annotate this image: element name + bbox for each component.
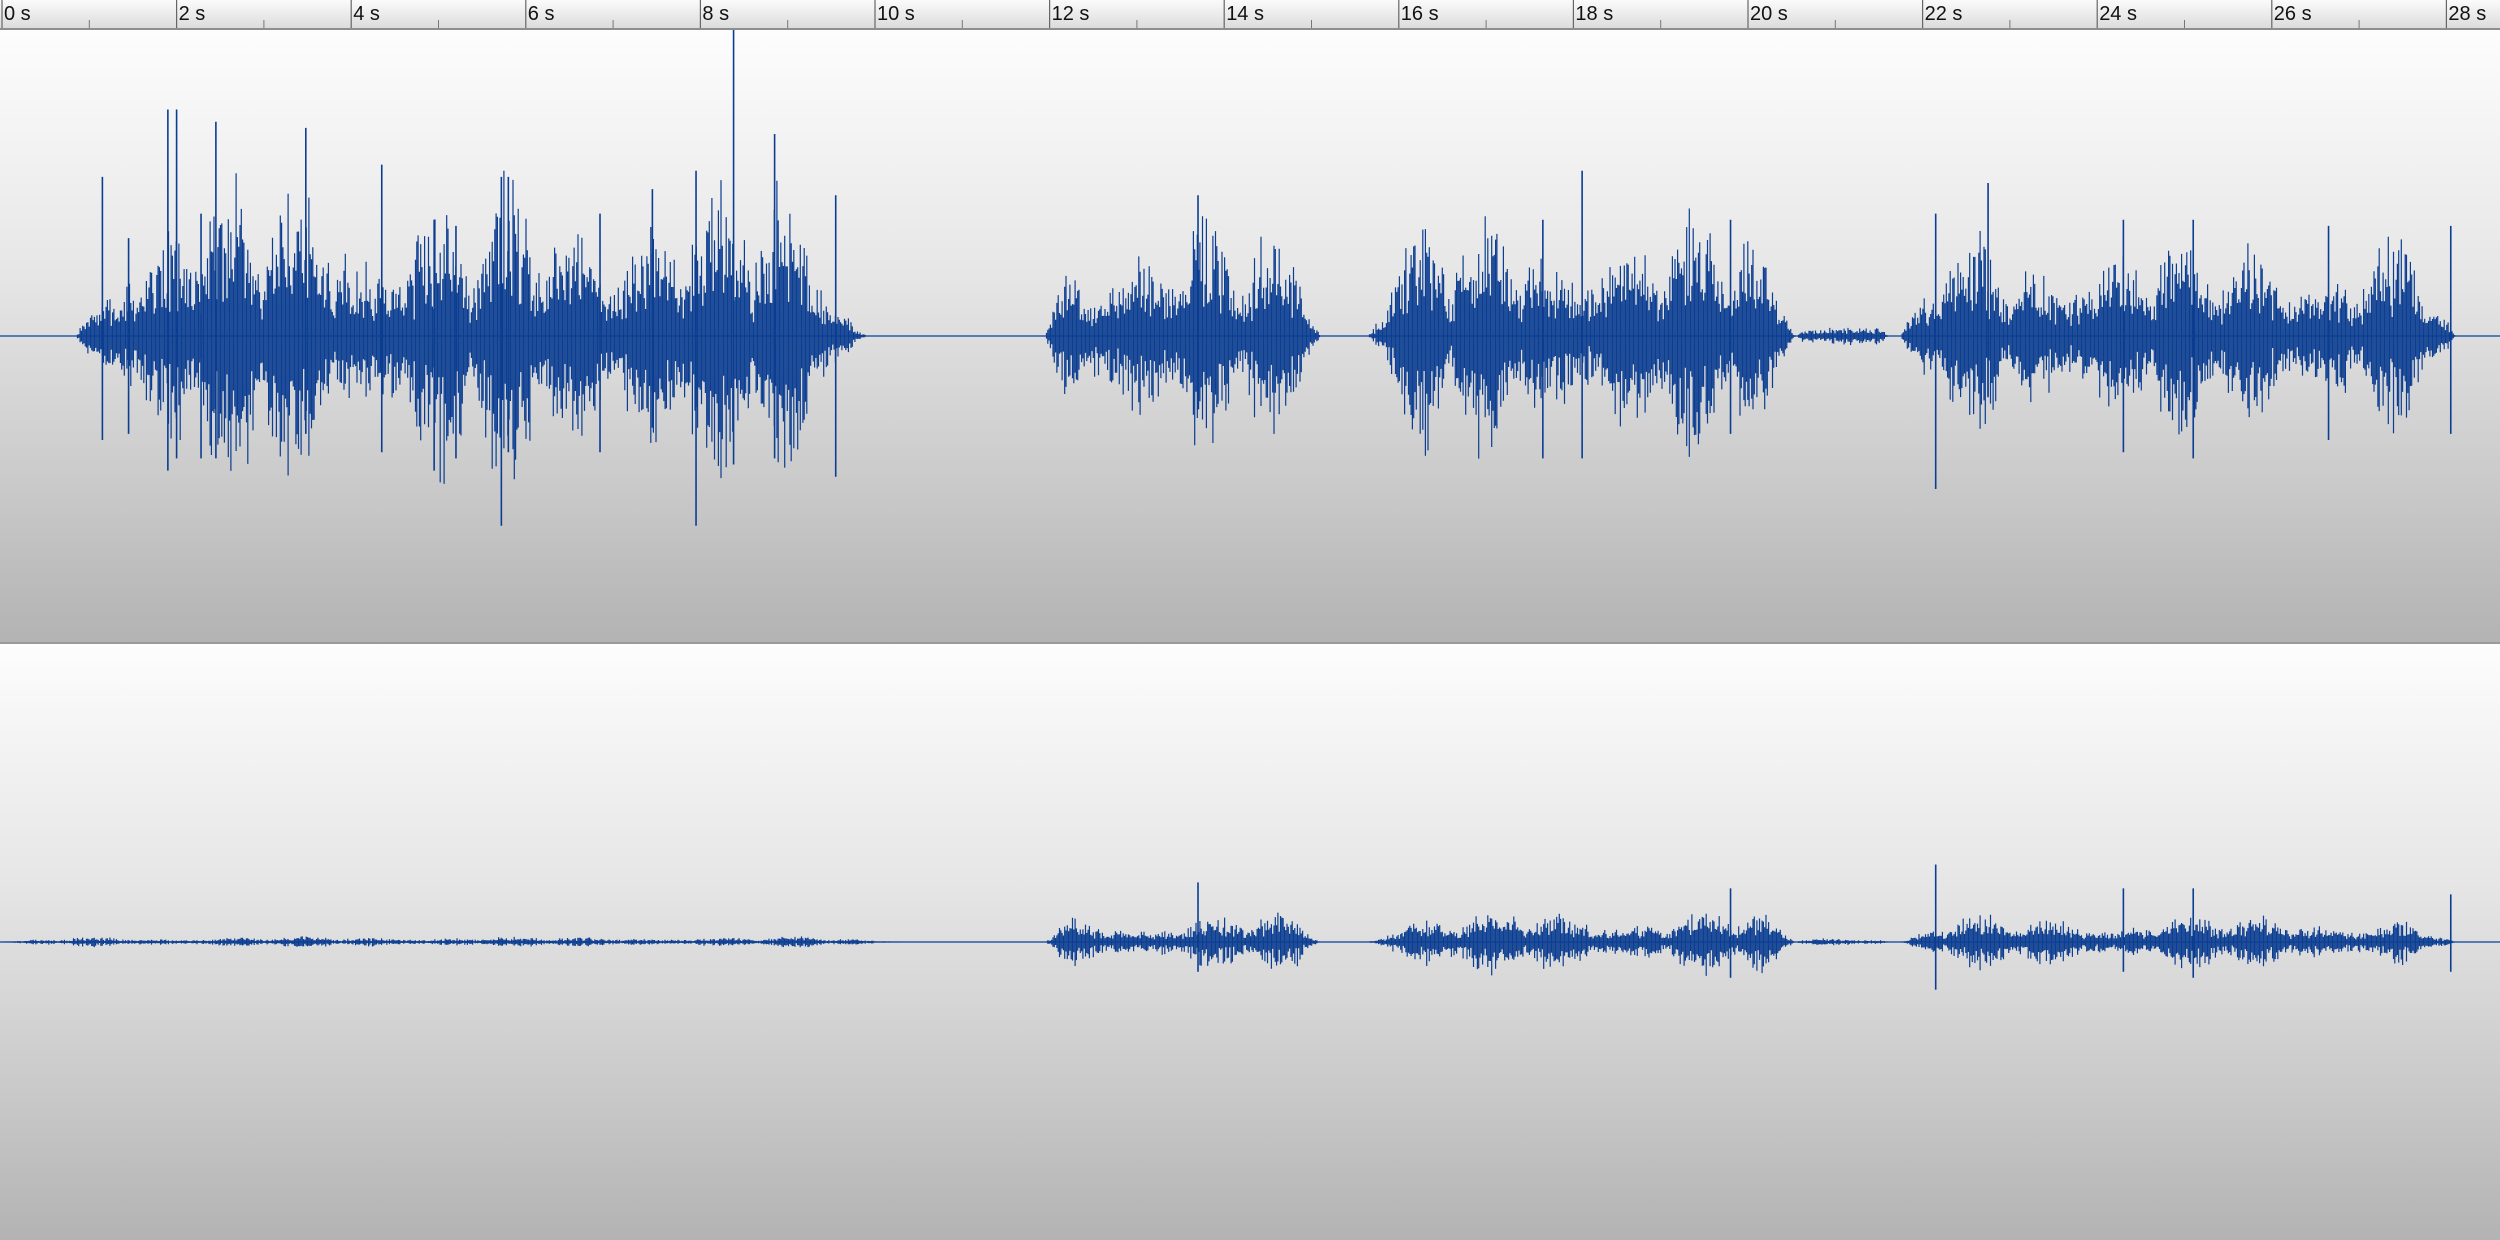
ruler-tick-label: 6 s [527, 3, 555, 25]
ruler-tick-label: 26 s [2273, 3, 2312, 25]
ruler-tick-label: 28 s [2448, 3, 2487, 25]
ruler-tick-label: 2 s [178, 3, 206, 25]
ruler-tick-label: 24 s [2099, 3, 2137, 25]
ruler-tick-label: 22 s [1924, 3, 1963, 25]
ruler-tick-label: 4 s [353, 3, 380, 25]
ruler-tick-label: 8 s [702, 3, 730, 25]
ruler-tick-label: 0 s [4, 3, 31, 25]
ruler-tick-label: 20 s [1750, 3, 1788, 25]
waveform-body [3, 912, 2456, 976]
time-ruler[interactable]: 0 s 2 s 4 s 6 s 8 s 10 s 12 s 14 s 16 s 18 s 20 s 2… [0, 0, 2500, 30]
audio-track-channel-2[interactable] [0, 644, 2500, 1240]
waveform-body [76, 170, 2456, 484]
audio-track-channel-1[interactable] [0, 30, 2500, 642]
ruler-tick-label: 10 s [877, 3, 915, 25]
waveform-channel-2 [0, 864, 2500, 990]
ruler-tick-label: 14 s [1226, 3, 1264, 25]
waveform-channel-1 [0, 30, 2500, 526]
ruler-tick-label: 16 s [1400, 3, 1439, 25]
ruler-tick-label: 12 s [1051, 3, 1090, 25]
ruler-tick-label: 18 s [1575, 3, 1614, 25]
